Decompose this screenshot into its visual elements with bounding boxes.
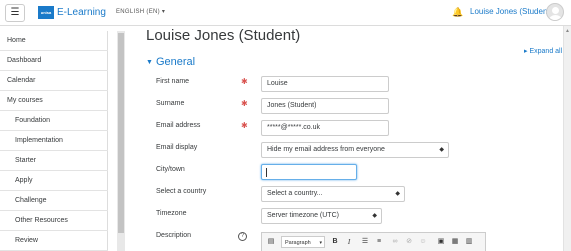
select-arrows-icon: ◆ — [372, 213, 377, 219]
country-select[interactable]: Select a country... ◆ — [261, 186, 405, 202]
sidebar-item-implementation[interactable]: Implementation — [0, 131, 108, 151]
section-title: General — [155, 56, 196, 68]
required-icon: ✱ — [241, 77, 248, 86]
country-label: Select a country — [156, 188, 207, 195]
help-icon[interactable]: ? — [238, 232, 247, 241]
scroll-up-icon[interactable]: ▲ — [565, 28, 570, 34]
expand-all-link[interactable]: ▸ Expand all — [524, 47, 562, 55]
bell-icon[interactable]: 🔔 — [452, 7, 463, 17]
sidebar-scrollbar-thumb[interactable] — [118, 33, 124, 233]
avatar[interactable] — [546, 3, 564, 21]
site-logo[interactable]: unisa — [38, 6, 54, 19]
hamburger-icon[interactable]: ☰ — [5, 4, 25, 22]
country-value: Select a country... — [267, 190, 323, 197]
italic-icon[interactable]: I — [344, 236, 354, 248]
sidebar-item-apply[interactable]: Apply — [0, 171, 108, 191]
paragraph-format-select[interactable]: Paragraph ▾ — [281, 236, 325, 248]
page-title: Louise Jones (Student) — [146, 27, 301, 44]
emoticon-icon[interactable]: ☺ — [418, 236, 428, 248]
timezone-value: Server timezone (UTC) — [267, 212, 339, 219]
sidebar-item-foundation[interactable]: Foundation — [0, 111, 108, 131]
section-general-toggle[interactable]: ▼ General — [146, 56, 195, 68]
city-label: City/town — [156, 166, 185, 173]
bold-icon[interactable]: B — [330, 236, 340, 248]
select-arrows-icon: ◆ — [395, 191, 400, 197]
timezone-select[interactable]: Server timezone (UTC) ◆ — [261, 208, 382, 224]
sidebar-item-challenge[interactable]: Challenge — [0, 191, 108, 211]
caret-down-icon: ▼ — [146, 59, 153, 66]
email-display-select[interactable]: Hide my email address from everyone ◆ — [261, 142, 449, 158]
main-scrollbar[interactable]: ▲ — [563, 26, 571, 251]
sidebar-item-home[interactable]: Home — [0, 31, 108, 51]
email-display-value: Hide my email address from everyone — [267, 146, 385, 153]
user-menu[interactable]: Louise Jones (Student) — [470, 7, 552, 16]
email-display-label: Email display — [156, 144, 198, 151]
paragraph-format-label: Paragraph — [285, 240, 311, 246]
manage-files-icon[interactable]: ▥ — [464, 236, 474, 248]
dropdown-icon: ▾ — [319, 240, 322, 246]
site-name[interactable]: E-Learning — [57, 7, 106, 18]
sidebar-item-starter[interactable]: Starter — [0, 151, 108, 171]
first-name-field[interactable]: Louise — [261, 76, 389, 92]
sidebar-scrollbar[interactable] — [117, 31, 125, 251]
numbered-list-icon[interactable]: ≡ — [374, 236, 384, 248]
link-icon[interactable]: ∞ — [390, 236, 400, 248]
select-arrows-icon: ◆ — [439, 147, 444, 153]
email-label: Email address — [156, 122, 201, 129]
first-name-label: First name — [156, 78, 190, 85]
sidebar-item-dashboard[interactable]: Dashboard — [0, 51, 108, 71]
unlink-icon[interactable]: ⊘ — [404, 236, 414, 248]
city-field[interactable] — [261, 164, 357, 180]
email-field[interactable]: *****@*****.co.uk — [261, 120, 389, 136]
top-navbar: ☰ unisa E-Learning ENGLISH (EN) ▾ 🔔 Loui… — [0, 0, 571, 26]
required-icon: ✱ — [241, 121, 248, 130]
surname-label: Surname — [156, 100, 185, 107]
required-icon: ✱ — [241, 99, 248, 108]
bullet-list-icon[interactable]: ☰ — [360, 236, 370, 248]
sidebar-item-calendar[interactable]: Calendar — [0, 71, 108, 91]
surname-field[interactable]: Jones (Student) — [261, 98, 389, 114]
image-icon[interactable]: ▣ — [436, 236, 446, 248]
text-cursor — [266, 168, 267, 177]
toolbar-toggle-icon[interactable]: ▤ — [265, 236, 277, 248]
sidebar-nav: Home Dashboard Calendar My courses Found… — [0, 31, 108, 251]
description-label: Description — [156, 232, 192, 239]
sidebar-item-other-resources[interactable]: Other Resources — [0, 211, 108, 231]
expand-all-label: Expand all — [529, 48, 563, 55]
sidebar-item-review[interactable]: Review — [0, 231, 108, 251]
language-menu[interactable]: ENGLISH (EN) ▾ — [116, 8, 165, 15]
timezone-label: Timezone — [156, 210, 187, 217]
description-editor-toolbar: ▤ Paragraph ▾ B I ☰ ≡ ∞ ⊘ ☺ ▣ ▦ ▥ — [261, 232, 486, 251]
media-icon[interactable]: ▦ — [450, 236, 460, 248]
sidebar-item-my-courses[interactable]: My courses — [0, 91, 108, 111]
